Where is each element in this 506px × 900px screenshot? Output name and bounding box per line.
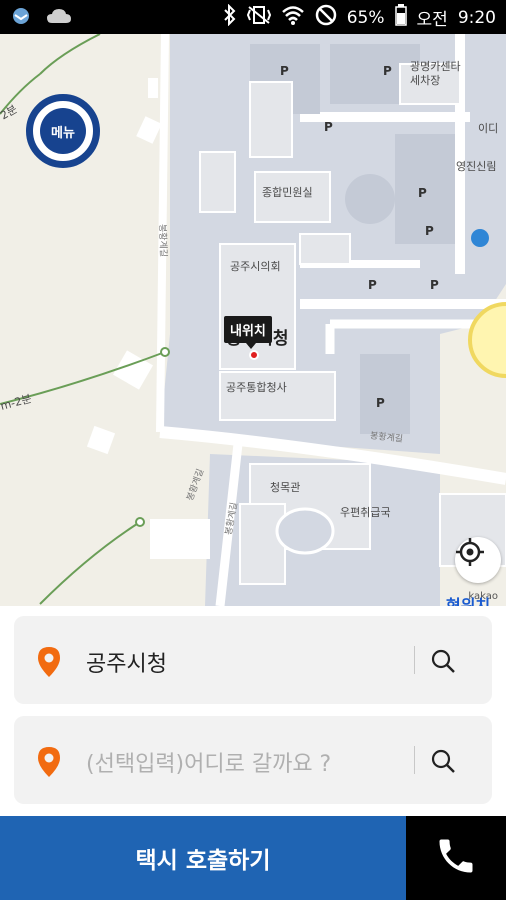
label-combined-office: 공주통합청사 [226,381,287,394]
origin-field[interactable]: 공주시청 [14,616,492,704]
map-view[interactable]: 공주시의회 공주시청 종합민원실 공주통합청사 광명카센타 세차장 영진신림 이… [0,34,506,606]
label-city-council: 공주시의회 [230,260,281,273]
parking-marker: P [368,278,377,292]
parking-marker: P [376,396,385,410]
destination-divider [414,746,415,774]
phone-button[interactable] [406,816,506,900]
origin-search-icon[interactable] [430,648,456,678]
current-location-label[interactable]: 현위치 [446,592,490,606]
parking-marker: P [383,64,392,78]
label-civil-office: 종합민원실 [262,186,313,199]
label-post-office: 우편취급국 [340,506,391,519]
battery-percent: 65% [346,7,385,28]
status-time: 9:20 [457,7,496,28]
destination-pin-icon [36,746,62,782]
battery-icon [394,4,407,31]
menu-button[interactable]: 메뉴 [26,94,100,168]
destination-placeholder[interactable]: (선택입력)어디로 갈까요 ? [86,746,331,778]
label-car-wash: 광명카센타 세차장 [410,60,461,87]
destination-field[interactable]: (선택입력)어디로 갈까요 ? [14,716,492,804]
menu-label: 메뉴 [40,108,86,154]
parking-marker: P [324,120,333,134]
label-yeongjin: 영진신림 [456,160,497,173]
call-taxi-button[interactable]: 택시 호출하기 [0,816,406,900]
parking-marker: P [425,224,434,238]
origin-divider [414,646,415,674]
label-cheongmok: 청목관 [270,481,301,494]
bluetooth-icon [223,3,237,31]
cloud-icon [46,7,72,29]
locate-button[interactable] [455,537,501,583]
my-location-tag: 내위치 [224,316,272,349]
origin-value[interactable]: 공주시청 [86,646,167,678]
parking-marker: P [430,278,439,292]
my-location-dot [249,350,259,360]
status-left-icons [10,6,72,30]
label-road-1: 봉황계길 [156,223,168,258]
status-bar: 65% 오전 9:20 [0,0,506,34]
vibrate-icon [246,5,271,30]
parking-marker: P [418,186,427,200]
status-right-icons: 65% 오전 9:20 [223,3,496,31]
parking-marker: P [280,64,289,78]
wifi-icon [281,5,305,30]
origin-pin-icon [36,646,62,682]
phone-icon [434,834,478,882]
bird-icon [10,6,32,30]
no-disturb-icon [315,4,337,31]
destination-search-icon[interactable] [430,748,456,778]
status-ampm: 오전 [416,10,448,30]
label-idi: 이디 [478,122,499,135]
